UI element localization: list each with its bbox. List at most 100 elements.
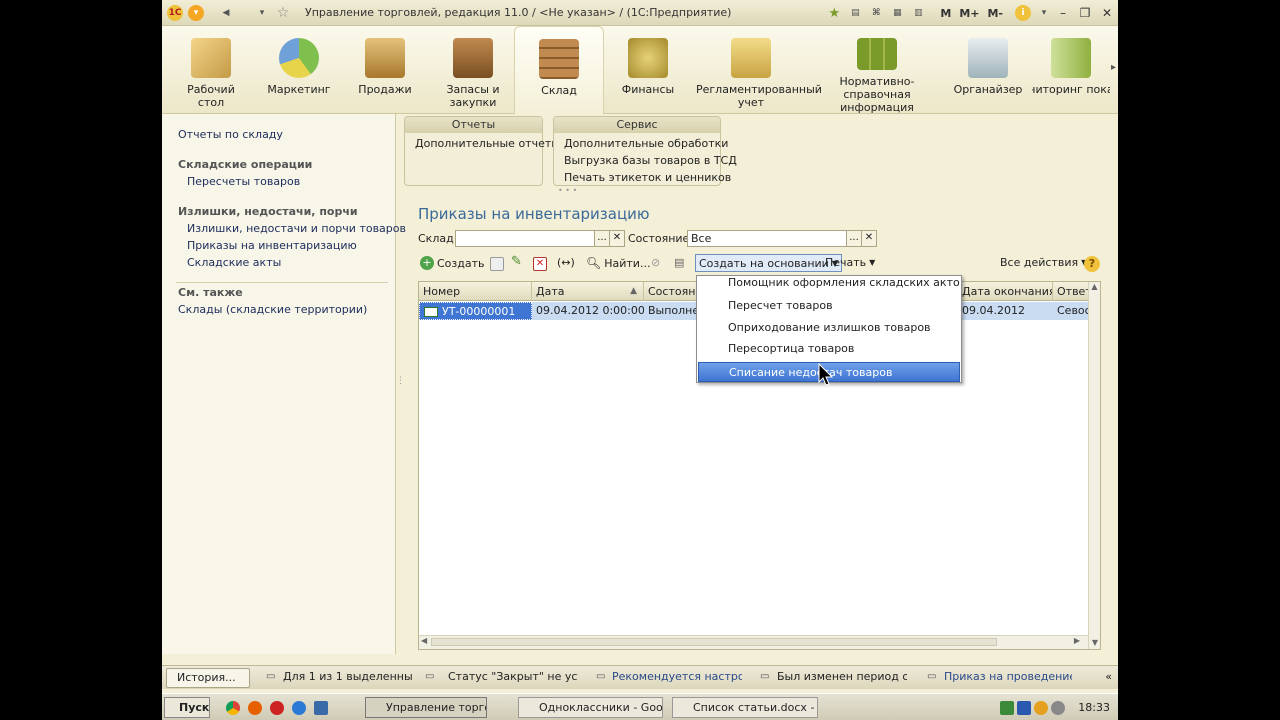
start-button[interactable]: Пуск bbox=[164, 697, 210, 718]
app-logo-icon[interactable]: 1С bbox=[167, 4, 183, 21]
print-button[interactable]: Печать ▼ bbox=[825, 256, 875, 269]
panel-item-print-labels[interactable]: Печать этикеток и ценников bbox=[564, 171, 731, 184]
cell-date[interactable]: 09.04.2012 0:00:00 bbox=[532, 302, 644, 320]
sections-scroll-right-icon[interactable]: ▸ bbox=[1111, 62, 1116, 73]
nav-warehouse-reports[interactable]: Отчеты по складу bbox=[178, 128, 283, 141]
copy-icon[interactable] bbox=[490, 257, 504, 271]
all-actions-button[interactable]: Все действия ▼ bbox=[1000, 256, 1087, 269]
find-button[interactable]: 🔍︎ Найти... bbox=[586, 256, 650, 270]
cell-end-date[interactable]: 09.04.2012 bbox=[958, 302, 1053, 320]
panel-item-export-tsd[interactable]: Выгрузка базы товаров в ТСД bbox=[564, 154, 737, 167]
document-icon[interactable]: ▤ bbox=[847, 5, 863, 21]
status-message-5[interactable]: Приказ на проведение и... bbox=[944, 670, 1072, 686]
section-reference-info[interactable]: Нормативно-справочная информация bbox=[810, 26, 944, 114]
list-settings-icon[interactable]: ▤ bbox=[674, 256, 684, 269]
restore-button[interactable]: ❐ bbox=[1074, 4, 1096, 22]
state-field[interactable]: Все bbox=[687, 230, 847, 247]
nav-item-inventory-orders[interactable]: Приказы на инвентаризацию bbox=[187, 239, 357, 252]
section-finance[interactable]: Финансы bbox=[604, 26, 692, 114]
table-horizontal-scrollbar[interactable]: ◀ ▶ bbox=[419, 635, 1088, 649]
scroll-thumb[interactable] bbox=[431, 638, 997, 646]
tray-network-icon[interactable] bbox=[1017, 701, 1031, 715]
nav-item-warehouse-acts[interactable]: Складские акты bbox=[187, 256, 281, 269]
scroll-left-icon[interactable]: ◀ bbox=[421, 636, 427, 645]
back-arrow-icon[interactable]: ◀ bbox=[218, 5, 234, 21]
panel-service-title: Сервис bbox=[554, 117, 720, 133]
state-select-button[interactable]: ... bbox=[846, 230, 862, 247]
task-word[interactable]: Список статьи.docx - M... bbox=[672, 697, 818, 718]
column-date[interactable]: Дата ▲ bbox=[532, 282, 644, 301]
title-bar: 1С ▾ ◀ ▾ ☆ Управление торговлей, редакци… bbox=[162, 0, 1118, 26]
star-add-icon[interactable]: ★ bbox=[826, 5, 842, 21]
section-monitoring[interactable]: Мониторинг показ... bbox=[1032, 26, 1110, 114]
column-number[interactable]: Номер bbox=[419, 282, 532, 301]
menu-item-acts-assistant[interactable]: Помощник оформления складских актов bbox=[698, 276, 960, 292]
menu-dropdown-icon[interactable]: ▾ bbox=[188, 4, 204, 21]
section-warehouse[interactable]: Склад bbox=[514, 26, 604, 114]
status-message-4[interactable]: Был изменен период опо... bbox=[777, 670, 907, 686]
task-chrome[interactable]: Одноклассники - Googl... bbox=[518, 697, 663, 718]
delete-icon[interactable]: ✕ bbox=[533, 257, 547, 271]
tray-icon[interactable] bbox=[1000, 701, 1014, 715]
panel-item-additional-processing[interactable]: Дополнительные обработки bbox=[564, 137, 728, 150]
memory-m-button[interactable]: M bbox=[940, 7, 951, 20]
opera-icon[interactable] bbox=[270, 701, 284, 715]
help-button[interactable]: ? bbox=[1084, 256, 1100, 272]
nav-item-warehouses[interactable]: Склады (складские территории) bbox=[178, 303, 367, 316]
create-based-on-button[interactable]: Создать на основании ▼ bbox=[695, 254, 842, 272]
scroll-up-icon[interactable]: ▲ bbox=[1089, 282, 1100, 291]
section-inventory[interactable]: Запасы и закупки bbox=[432, 26, 514, 114]
status-scroll-left-button[interactable]: « bbox=[1105, 670, 1112, 683]
internet-explorer-icon[interactable] bbox=[292, 701, 306, 715]
menu-item-surplus-posting[interactable]: Оприходование излишков товаров bbox=[698, 318, 960, 338]
column-responsible[interactable]: Ответ... bbox=[1053, 282, 1089, 301]
warehouse-clear-button[interactable]: ✕ bbox=[609, 230, 625, 247]
status-message-3[interactable]: Рекомендуется настроит... bbox=[612, 670, 742, 686]
status-message-2[interactable]: Статус "Закрыт" не уста... bbox=[448, 670, 578, 686]
status-message-1[interactable]: Для 1 из 1 выделенных в... bbox=[283, 670, 413, 686]
panel-item-additional-reports[interactable]: Дополнительные отчеты bbox=[415, 137, 560, 150]
section-regulated-accounting[interactable]: Регламентированный учет bbox=[692, 26, 822, 114]
favorites-star-icon[interactable]: ☆ bbox=[275, 5, 291, 21]
calculator-icon[interactable]: ▦ bbox=[889, 5, 905, 21]
info-dropdown-icon[interactable]: ▾ bbox=[1036, 5, 1052, 21]
cell-responsible[interactable]: Севос... bbox=[1053, 302, 1089, 320]
column-end-date[interactable]: Дата окончания bbox=[958, 282, 1053, 301]
table-vertical-scrollbar[interactable]: ▲ ▼ bbox=[1088, 282, 1100, 649]
section-sales[interactable]: Продажи bbox=[338, 26, 432, 114]
warehouse-field[interactable] bbox=[455, 230, 595, 247]
menu-item-recount[interactable]: Пересчет товаров bbox=[698, 296, 960, 316]
cancel-search-icon[interactable]: ⊘ bbox=[651, 256, 660, 269]
panel-resize-handle[interactable]: • • • bbox=[558, 186, 577, 195]
section-marketing[interactable]: Маркетинг bbox=[260, 26, 338, 114]
state-clear-button[interactable]: ✕ bbox=[861, 230, 877, 247]
menu-item-regrading[interactable]: Пересортица товаров bbox=[698, 339, 960, 359]
history-dropdown-icon[interactable]: ▾ bbox=[254, 5, 270, 21]
firefox-icon[interactable] bbox=[248, 701, 262, 715]
warehouse-select-button[interactable]: ... bbox=[594, 230, 610, 247]
task-1c-trade[interactable]: Управление торговл... bbox=[365, 697, 487, 718]
section-organizer[interactable]: Органайзер bbox=[944, 26, 1032, 114]
memory-minus-button[interactable]: M- bbox=[987, 7, 1003, 20]
memory-plus-button[interactable]: M+ bbox=[959, 7, 979, 20]
link-icon[interactable]: ⌘ bbox=[868, 5, 884, 21]
scroll-down-icon[interactable]: ▼ bbox=[1089, 638, 1101, 647]
tray-icon[interactable] bbox=[1034, 701, 1048, 715]
create-button[interactable]: + Создать bbox=[420, 256, 485, 270]
splitter-handle[interactable]: ⋮ bbox=[396, 376, 405, 386]
minimize-button[interactable]: – bbox=[1052, 4, 1074, 22]
desktop-shortcut-icon[interactable] bbox=[314, 701, 328, 715]
chrome-icon[interactable] bbox=[226, 701, 240, 715]
tray-volume-icon[interactable] bbox=[1051, 701, 1065, 715]
close-button[interactable]: ✕ bbox=[1096, 4, 1118, 22]
cell-number[interactable]: УТ-00000001 bbox=[419, 302, 532, 320]
refresh-icon[interactable]: (↔) bbox=[557, 256, 575, 269]
nav-item-recounts[interactable]: Пересчеты товаров bbox=[187, 175, 300, 188]
history-button[interactable]: История... bbox=[166, 668, 250, 688]
nav-item-surpluses-shortages[interactable]: Излишки, недостачи и порчи товаров bbox=[187, 222, 406, 235]
scroll-right-icon[interactable]: ▶ bbox=[1074, 636, 1080, 645]
edit-pencil-icon[interactable]: ✎ bbox=[511, 254, 522, 269]
section-desktop[interactable]: Рабочий стол bbox=[162, 26, 260, 114]
info-icon[interactable]: i bbox=[1015, 5, 1031, 21]
calendar-icon[interactable]: ▥ bbox=[910, 5, 926, 21]
